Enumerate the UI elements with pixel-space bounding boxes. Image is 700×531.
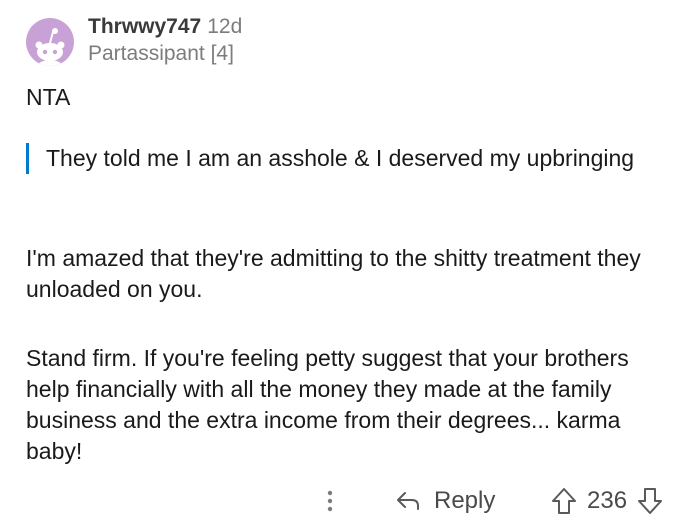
comment-paragraph-verdict: NTA [26,84,71,110]
reply-arrow-icon [396,490,434,512]
reply-label: Reply [434,487,496,514]
more-options-icon[interactable] [318,484,342,518]
comment: Thrwwy747 12d Partassipant [4] NTA They t… [0,0,700,531]
comment-meta: Thrwwy747 12d [88,14,242,40]
username[interactable]: Thrwwy747 [88,15,201,38]
comment-paragraph: Stand firm. If you're feeling petty sugg… [26,345,629,464]
downvote-arrow-icon[interactable] [637,487,663,515]
comment-action-bar: Reply 236 [0,482,700,522]
vote-count: 236 [587,487,628,514]
blockquote: They told me I am an asshole & I deserve… [26,143,686,174]
vote-controls: 236 [551,484,663,518]
user-avatar-icon[interactable] [26,18,74,66]
reply-button[interactable]: Reply [396,484,495,518]
comment-paragraph: I'm amazed that they're admitting to the… [26,245,641,302]
upvote-arrow-icon[interactable] [551,487,577,515]
comment-age: 12d [207,15,243,38]
user-flair: Partassipant [4] [88,42,234,65]
